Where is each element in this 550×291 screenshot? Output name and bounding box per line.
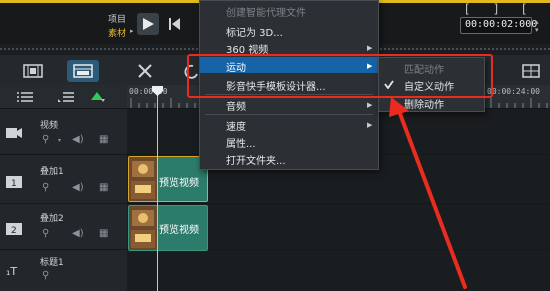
clip-thumbnail [129,206,157,250]
video-track-icon [6,127,22,139]
overlay-track-2-icon: 2 [6,223,22,236]
menu-item-mark-3d[interactable]: 标记为 3D... [226,24,283,39]
track-name-overlay-1: 叠加1 [40,167,64,177]
home-button[interactable] [168,15,182,33]
timeline-view-icon [73,64,93,78]
svg-text:1: 1 [11,179,17,188]
add-track-button[interactable] [88,90,106,104]
clip-label: 预览视频 [159,178,199,189]
track-name-title: 标题1 [40,258,64,268]
mode-clip-label[interactable]: 素材 [108,26,126,39]
list-icon [17,92,33,102]
menu-item-speed[interactable]: 速度 [226,118,246,133]
link-icon[interactable]: ⚲ [42,228,49,239]
triangle-up-icon [91,92,105,102]
grid-view-icon [522,64,540,78]
title-track-icon: ₁T [6,265,18,278]
clip-label: 预览视频 [159,225,199,236]
clip-thumbnail [129,157,157,201]
timecode-value: 00:00:02:000 [465,19,538,30]
track-row-title[interactable]: ₁T 标题1 ⚲ [0,251,127,291]
playhead-marker-icon[interactable] [152,86,163,96]
tools-button[interactable] [130,60,162,82]
submenu-arrow-icon: ▶ [367,121,373,129]
annotation-highlight-box [187,54,493,98]
track-manager-button[interactable] [16,90,34,104]
audio-icon[interactable]: ◀) [72,134,84,145]
mode-dropdown-icon[interactable]: ▸ [130,27,134,35]
lane-title[interactable] [127,251,550,291]
chevron-down-icon[interactable]: ▾ [58,137,61,144]
multi-view-button[interactable] [515,60,547,82]
play-button[interactable] [137,13,159,35]
menu-separator [205,114,373,115]
track-row-overlay-2[interactable]: 2 叠加2 ⚲ ◀) ▦ [0,205,127,250]
checker-icon[interactable]: ▦ [99,228,108,239]
svg-text:2: 2 [11,226,17,235]
insert-track-button[interactable] [57,90,75,104]
track-name-video: 视频 [40,121,59,131]
link-icon[interactable]: ⚲ [42,182,49,193]
clip-overlay-2[interactable]: 预览视频 [128,205,208,251]
checker-icon[interactable]: ▦ [99,134,108,145]
overlay-track-1-icon: 1 [6,176,22,189]
insert-track-icon [58,92,74,102]
mode-project-label[interactable]: 项目 [108,12,126,25]
ruler-timecode-end: 00:00:24:00 [487,87,540,96]
menu-item-properties[interactable]: 属性... [226,135,256,150]
play-icon [143,18,154,30]
menu-item-create-proxy[interactable]: 创建智能代理文件 [226,4,306,19]
clip-overlay-1[interactable]: 预览视频 [128,156,208,202]
audio-icon[interactable]: ◀) [72,228,84,239]
filmstrip-icon [23,64,43,78]
link-icon[interactable]: ⚲ [42,134,49,145]
storyboard-view-button[interactable] [17,60,49,82]
menu-item-open-folder[interactable]: 打开文件夹... [226,152,286,167]
track-name-overlay-2: 叠加2 [40,214,64,224]
track-row-overlay-1[interactable]: 1 叠加1 ⚲ ◀) ▦ [0,156,127,204]
track-row-video[interactable]: 视频 ⚲ ▾ ◀) ▦ [0,110,127,155]
timeline-view-button[interactable] [67,60,99,82]
submenu-arrow-icon: ▶ [367,101,373,109]
link-icon[interactable]: ⚲ [42,270,49,281]
annotation-arrow-icon [389,97,467,289]
audio-icon[interactable]: ◀) [72,182,84,193]
checker-icon[interactable]: ▦ [99,182,108,193]
tools-icon [138,64,152,78]
timecode-spinner-icon[interactable]: ▴ ▾ [535,18,539,34]
submenu-arrow-icon: ▶ [367,44,373,52]
menu-item-audio[interactable]: 音频 [226,98,246,113]
playhead-line[interactable] [157,88,158,291]
skip-start-icon [169,18,180,30]
